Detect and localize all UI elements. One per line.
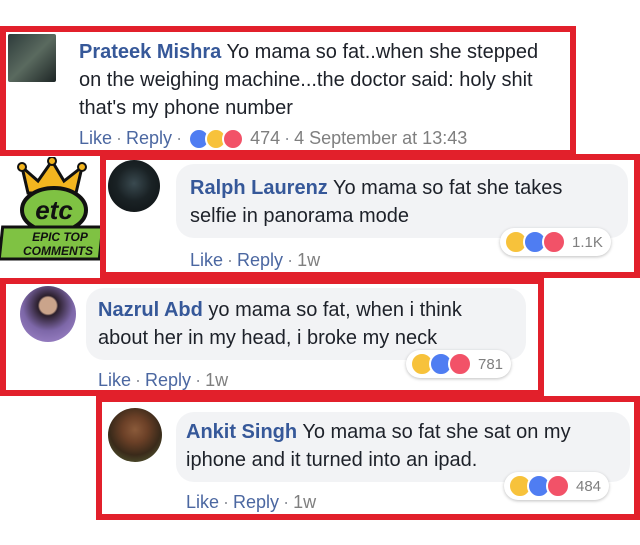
reply-button[interactable]: Reply bbox=[126, 128, 172, 148]
logo-line1: EPIC TOP bbox=[32, 230, 89, 244]
comment-line: about her in my head, i broke my neck bbox=[98, 327, 438, 349]
reply-button[interactable]: Reply bbox=[145, 370, 191, 390]
comment-timestamp[interactable]: 4 September at 13:43 bbox=[294, 128, 467, 148]
comment-line: Yo mama so fat she sat on my bbox=[302, 421, 571, 443]
avatar[interactable] bbox=[108, 408, 162, 462]
comment-text: Prateek Mishra Yo mama so fat..when she … bbox=[79, 38, 569, 122]
reaction-summary[interactable]: 781 bbox=[406, 350, 512, 378]
reply-button[interactable]: Reply bbox=[233, 492, 279, 512]
comment-actions: Like · Reply · 1w bbox=[190, 250, 321, 270]
comment-card: Ralph Laurenz Yo mama so fat she takes s… bbox=[100, 154, 640, 278]
comment-line: Yo mama so fat she takes bbox=[333, 177, 563, 199]
comment-line: on the weighing machine...the doctor sai… bbox=[79, 69, 533, 91]
logo-graphic: etc EPIC TOP COMMENTS bbox=[0, 156, 105, 261]
reply-button[interactable]: Reply bbox=[237, 250, 283, 270]
comment-author[interactable]: Nazrul Abd bbox=[98, 299, 203, 321]
comment-line: Yo mama so fat..when she stepped bbox=[226, 41, 539, 63]
comment-actions: Like · Reply · 474 · 4 September at 13:43 bbox=[79, 128, 467, 151]
comment-actions: Like · Reply · 1w bbox=[98, 370, 229, 390]
reaction-count: 781 bbox=[478, 355, 504, 373]
comment-author[interactable]: Ankit Singh bbox=[186, 421, 297, 443]
reaction-count: 1.1K bbox=[572, 233, 603, 251]
logo-line2: COMMENTS bbox=[23, 244, 93, 258]
reaction-icons[interactable] bbox=[188, 128, 245, 151]
avatar[interactable] bbox=[20, 286, 76, 342]
comment-actions: Like · Reply · 1w bbox=[186, 492, 317, 512]
like-button[interactable]: Like bbox=[79, 128, 112, 148]
avatar[interactable] bbox=[108, 160, 160, 212]
love-reaction-icon bbox=[546, 474, 570, 498]
like-button[interactable]: Like bbox=[98, 370, 131, 390]
comment-text: Nazrul Abd yo mama so fat, when i think … bbox=[98, 296, 518, 352]
reaction-summary[interactable]: 1.1K bbox=[500, 228, 611, 256]
comment-timestamp[interactable]: 1w bbox=[293, 492, 316, 512]
logo-letters: etc bbox=[35, 195, 73, 225]
like-button[interactable]: Like bbox=[190, 250, 223, 270]
reaction-count[interactable]: 474 bbox=[250, 128, 280, 148]
comment-line: iphone and it turned into an ipad. bbox=[186, 449, 478, 471]
comment-text: Ralph Laurenz Yo mama so fat she takes s… bbox=[190, 174, 610, 230]
comment-author[interactable]: Ralph Laurenz bbox=[190, 177, 328, 199]
comment-line: yo mama so fat, when i think bbox=[208, 299, 462, 321]
comment-author[interactable]: Prateek Mishra bbox=[79, 41, 221, 63]
avatar[interactable] bbox=[8, 34, 56, 82]
love-reaction-icon bbox=[448, 352, 472, 376]
comment-card: Ankit Singh Yo mama so fat she sat on my… bbox=[96, 396, 640, 520]
comment-line: selfie in panorama mode bbox=[190, 205, 410, 227]
reaction-summary[interactable]: 484 bbox=[504, 472, 610, 500]
comment-text: Ankit Singh Yo mama so fat she sat on my… bbox=[186, 418, 626, 474]
epic-top-comments-logo: etc EPIC TOP COMMENTS bbox=[0, 156, 112, 267]
comment-line: that's my phone number bbox=[79, 97, 293, 119]
comment-timestamp[interactable]: 1w bbox=[297, 250, 320, 270]
comment-timestamp[interactable]: 1w bbox=[205, 370, 228, 390]
reaction-count: 484 bbox=[576, 477, 602, 495]
like-button[interactable]: Like bbox=[186, 492, 219, 512]
comment-card: Prateek Mishra Yo mama so fat..when she … bbox=[0, 26, 576, 156]
love-reaction-icon bbox=[542, 230, 566, 254]
love-reaction-icon bbox=[222, 128, 245, 151]
comment-card: Nazrul Abd yo mama so fat, when i think … bbox=[0, 278, 544, 396]
